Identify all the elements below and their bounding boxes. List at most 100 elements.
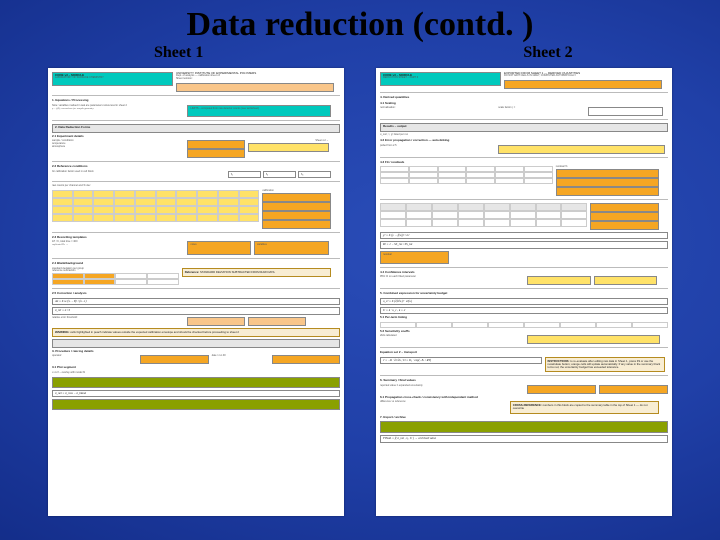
s1-out-l: for calibration factor used in cell bloc…	[52, 171, 225, 174]
s2-header-teal: CODE v3 – MODULE REDUCTION SHEET – PART …	[380, 72, 501, 86]
s1-sec-bb: 2.4 Blank/background	[52, 262, 340, 265]
s2-olive1	[380, 421, 668, 433]
s1-ca-f1: Δσ = Σ wᵢ·(xᵢ − x̄)² / (n−1)	[52, 298, 340, 305]
s1-rb-box-b-t: variables	[257, 243, 267, 246]
s1-pr-o2	[272, 355, 341, 364]
s1-sec-out: 2.2 Reference conditions	[52, 165, 340, 168]
s2-sec44: 4.4 Confidence intervals	[380, 271, 668, 274]
s1-note1: Reference: STANDARD DEVIATION SUBTRACTED…	[182, 268, 332, 277]
s2-s6-o1	[527, 385, 596, 394]
s1-note1-t: Reference:	[185, 270, 199, 274]
s2-f5a: u_c² = Σ (∂f/∂xᵢ)² · u²(xᵢ)	[380, 298, 668, 305]
s2-s6-o2	[599, 385, 668, 394]
s1-ca-p1	[187, 317, 245, 326]
s2-sec43: 4.3 Fit / residuals	[380, 161, 668, 164]
s1-sec-ca: 2.5 Correction / analysis	[52, 292, 340, 295]
s2-res-l: σ_corr, τ, χ² listed per run	[380, 134, 668, 137]
label-sheet1: Sheet 1	[154, 44, 203, 62]
s1-ca-l1: relative error threshold:	[52, 317, 184, 320]
s1-pr-o1	[140, 355, 209, 364]
s1-sec-rb: 2.3 Recording templates	[52, 236, 340, 239]
s1-olive1	[52, 377, 340, 388]
s1-note2-t: WARNING:	[55, 330, 69, 334]
s2-g2-o2	[556, 178, 660, 187]
s1-ca-f2: σ_rel = σ / x̄	[52, 307, 340, 314]
s2-eq2-f: J = −D · ∂c/∂x ; D = D₀ · exp(−Eₐ / RT)	[380, 357, 542, 364]
s2-f5b: U = k · u_c , k = 2	[380, 307, 668, 314]
s1-exp-o2	[187, 149, 245, 158]
s2-hdr-r2: DO NOT EDIT CELLS IN GREY; COMPUTED AUTO…	[504, 75, 662, 78]
s1-gr-o1	[262, 193, 331, 202]
s1-ca-p2	[248, 317, 306, 326]
s1-bb-grid	[52, 273, 179, 285]
s1-rb-box-a-t: notes	[190, 243, 196, 246]
s2-grid1	[380, 166, 553, 184]
s1-sec-pl: 3.1 Plot segment	[52, 366, 340, 369]
sheet1: CODE v3 – MODULE LABORATORY OF SURFACE C…	[48, 68, 344, 516]
s1-sec-red: 2. Data Reduction Forms	[52, 124, 340, 133]
s2-hdr-sub: REDUCTION SHEET – PART II	[383, 77, 498, 80]
s2-g2b-o2	[590, 212, 659, 221]
s2-midf1: χ² = Σ (yᵢ − f(xᵢ))² / σᵢ²	[380, 232, 668, 239]
s2-s52-y	[527, 335, 660, 344]
s2-sec7: 7. Export / archive	[380, 416, 668, 419]
s2-footer-f: FINAL = f( σ_net , η , U ) → archived va…	[380, 435, 668, 442]
s2-midf2: R² = 1 − SS_res / SS_tot	[380, 241, 668, 248]
s2-s41-l2: scale factor η =	[498, 107, 584, 110]
s2-grid2	[380, 203, 587, 227]
s2-g2b-o1	[590, 203, 659, 212]
s2-sec4: 4. Derived quantities	[380, 96, 668, 99]
slide-title: Data reduction (contd. )	[0, 0, 720, 44]
s2-s44-y1	[527, 276, 591, 285]
s2-grid51	[380, 322, 668, 328]
s1-greybar1	[52, 339, 340, 348]
label-sheet2: Sheet 2	[523, 44, 572, 62]
s1-rb-box-a: notes	[187, 241, 250, 255]
s2-sec6: 6. Summary / final values	[380, 379, 668, 382]
s2-s41-l1: normalisation:	[380, 107, 495, 110]
s2-s41-c	[588, 107, 663, 116]
s1-f3: f₃	[298, 171, 331, 178]
s2-s61-l: difference vs reference:	[380, 401, 507, 404]
s1-sec-exp: 2.1 Experiment details	[52, 135, 340, 138]
s1-pr-l1: operator:	[52, 355, 137, 358]
s2-sec41: 4.1 Scaling	[380, 102, 668, 105]
s2-sec52: 5.2 Sensitivity coeffs	[380, 330, 668, 333]
s1-hdr-r3: Sheet revision:	[176, 78, 334, 81]
s1-footer-f: σ_net = σ_raw − σ_blank	[52, 390, 340, 397]
s1-f1: f₁	[228, 171, 261, 178]
s1-rb-l2: replicate IDs →	[52, 244, 184, 247]
s1-pl-l: σ vs θ – overlay with model fit	[52, 372, 340, 375]
s2-box2a-t: residual	[383, 253, 392, 256]
s1-note2-b: cells highlighted in peach indicate valu…	[70, 330, 239, 334]
s2-note4: CROSS-REFERENCE: numbers in this block a…	[510, 401, 660, 413]
s1-grid	[52, 190, 259, 222]
s2-sec61: 6.1 Propagation cross-check / consistenc…	[380, 396, 668, 399]
s2-g2-o1	[556, 169, 660, 178]
s2-s42-l1: pulled from 2.5	[380, 145, 495, 148]
sheets-row: CODE v3 – MODULE LABORATORY OF SURFACE C…	[0, 62, 720, 516]
s1-gr-o2	[262, 202, 331, 211]
s1-hdr-peach	[176, 83, 334, 92]
s1-gr-o4	[262, 220, 331, 229]
s2-s44-l: 95% CI on each fitted parameter	[380, 276, 524, 279]
s2-sec51: 5.1 Per-term listing	[380, 316, 668, 319]
s1-eq-n2: q = f(θ); corrections for sample geometr…	[52, 108, 184, 111]
s2-s52-l: ∂f/∂xᵢ tabulated	[380, 335, 524, 338]
s2-sec-eq2: Equation set 2 – transport	[380, 351, 668, 354]
s1-olive2	[52, 399, 340, 410]
s1-note1-b: STANDARD DEVIATION SUBTRACTED FROM RAW D…	[200, 270, 275, 274]
s2-hdr-orange	[504, 80, 662, 89]
s1-teal-limits-txt: LIMITS – computed from raw detector coun…	[190, 107, 259, 110]
s2-note3: INSTRUCTIONS: to re-evaluate after editi…	[545, 357, 666, 373]
s2-g2b-o3	[590, 221, 659, 230]
s2-sec-res: Results – output	[380, 123, 668, 132]
s1-rb-box-b: variables	[254, 241, 329, 255]
s1-header-teal: CODE v3 – MODULE LABORATORY OF SURFACE C…	[52, 72, 173, 86]
s1-hdr-sub: LABORATORY OF SURFACE CHEMISTRY	[55, 77, 170, 80]
s2-s44-y2	[594, 276, 658, 285]
s2-box2a: residual	[380, 251, 449, 264]
s1-teal-limits: LIMITS – computed from raw detector coun…	[187, 105, 331, 117]
s2-sec5: 5. Combined expression for uncertainty b…	[380, 292, 668, 295]
s1-note2: WARNING: cells highlighted in peach indi…	[52, 328, 340, 337]
